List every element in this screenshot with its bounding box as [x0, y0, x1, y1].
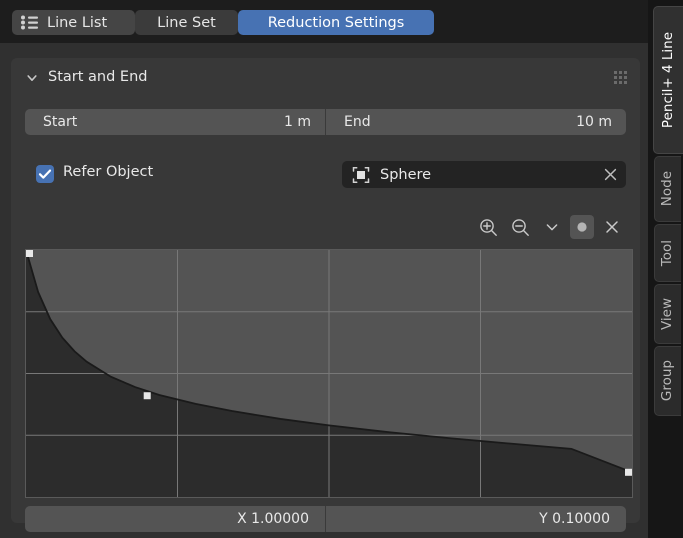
chevron-down-icon[interactable] — [538, 214, 566, 240]
curve-widget-toolbar — [25, 212, 626, 242]
zoom-in-icon[interactable] — [474, 214, 502, 240]
curve-control-point[interactable] — [144, 392, 151, 399]
close-icon[interactable] — [598, 214, 626, 240]
object-data-icon — [352, 166, 370, 184]
falloff-curve-graph[interactable] — [25, 249, 633, 498]
side-tab-view-label: View — [661, 298, 675, 330]
start-field[interactable]: Start 1 m — [25, 109, 325, 135]
start-field-value: 1 m — [284, 114, 311, 130]
refer-object-checkbox[interactable] — [36, 165, 54, 183]
panel-header[interactable]: Start and End — [11, 58, 640, 96]
side-tab-tool[interactable]: Tool — [654, 224, 681, 282]
properties-main-region: Line List Line Set Reduction Settings St… — [0, 0, 648, 538]
curve-point-xy-row: X 1.00000 Y 0.10000 — [25, 506, 626, 532]
tab-line-list-label: Line List — [47, 15, 107, 31]
refer-object-name: Sphere — [380, 167, 598, 183]
curve-canvas[interactable] — [26, 250, 632, 497]
properties-editor: Line List Line Set Reduction Settings St… — [0, 0, 683, 538]
side-tab-pencil4line-label: Pencil+ 4 Line — [662, 32, 676, 128]
list-icon — [20, 15, 39, 30]
curve-point-y-field[interactable]: Y 0.10000 — [325, 506, 626, 532]
tab-reduction-settings[interactable]: Reduction Settings — [238, 10, 434, 35]
curve-control-point[interactable] — [26, 250, 33, 257]
circle-point-icon[interactable] — [570, 215, 594, 239]
end-field-value: 10 m — [576, 114, 612, 130]
refer-object-label: Refer Object — [63, 164, 153, 180]
side-tab-pencil4line[interactable]: Pencil+ 4 Line — [653, 6, 683, 154]
side-tab-node[interactable]: Node — [654, 156, 681, 222]
curve-control-point[interactable] — [625, 469, 632, 476]
side-tab-group[interactable]: Group — [654, 346, 681, 416]
editor-tab-rail: Pencil+ 4 Line Node Tool View Group — [648, 0, 683, 538]
tab-line-list[interactable]: Line List — [12, 10, 135, 35]
start-end-row: Start 1 m End 10 m — [25, 109, 626, 135]
panel-title: Start and End — [48, 69, 147, 85]
side-tab-tool-label: Tool — [661, 240, 675, 266]
tab-line-set[interactable]: Line Set — [135, 10, 238, 35]
end-field[interactable]: End 10 m — [325, 109, 626, 135]
side-tab-node-label: Node — [661, 171, 675, 206]
curve-point-x-field[interactable]: X 1.00000 — [25, 506, 325, 532]
chevron-down-icon[interactable] — [25, 70, 39, 84]
tab-line-set-label: Line Set — [157, 15, 216, 31]
start-and-end-panel: Start and End Start 1 m End 10 m — [11, 58, 640, 523]
start-field-label: Start — [43, 114, 284, 130]
grip-dots-icon[interactable] — [614, 71, 627, 82]
tab-reduction-settings-label: Reduction Settings — [268, 15, 405, 31]
close-icon[interactable] — [598, 163, 622, 187]
refer-object-selector[interactable]: Sphere — [342, 161, 626, 188]
curve-point-y-value: Y 0.10000 — [539, 511, 610, 527]
curve-point-x-value: X 1.00000 — [237, 511, 309, 527]
side-tab-group-label: Group — [661, 360, 675, 401]
tab-strip: Line List Line Set Reduction Settings — [0, 0, 648, 43]
zoom-out-icon[interactable] — [506, 214, 534, 240]
side-tab-view[interactable]: View — [654, 284, 681, 344]
refer-object-row: Refer Object Sphere — [25, 161, 626, 189]
end-field-label: End — [344, 114, 576, 130]
